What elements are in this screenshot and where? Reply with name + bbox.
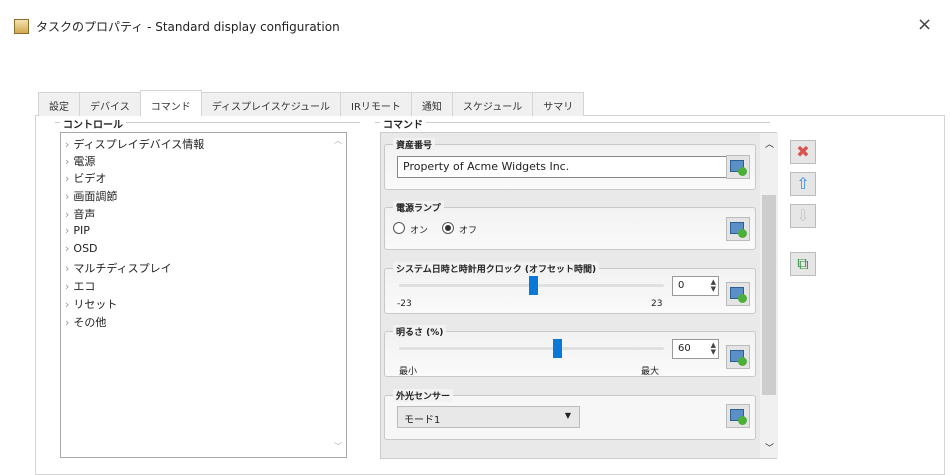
commands-label: コマンド [380,116,426,131]
tab-display-schedule[interactable]: ディスプレイスケジュール [200,92,342,116]
off-label: オフ [459,226,478,236]
tree-item[interactable]: その他 [65,314,106,330]
min-label: 最小 [399,367,418,377]
arrow-up-icon: ⇧ [796,174,810,193]
tree-item[interactable]: PIP [65,224,90,237]
clock-offset-spinner[interactable]: 0 ▲ ▼ [672,276,719,296]
commands-group: コマンド [375,116,770,131]
controls-tree[interactable]: ディスプレイデバイス情報 電源 ビデオ 画面調節 音声 PIP OSD マルチデ… [60,132,347,458]
apply-icon[interactable] [726,345,750,369]
apply-icon[interactable] [726,282,750,306]
on-label: オン [410,226,429,236]
tab-schedule[interactable]: スケジュール [451,92,534,116]
scroll-down-icon[interactable]: ﹀ [334,441,342,452]
chevron-down-icon: ▼ [564,411,571,420]
dropdown-value: モード1 [404,415,441,426]
brightness-slider[interactable] [399,347,664,350]
spin-arrows-icon[interactable]: ▲ ▼ [711,279,716,293]
apply-icon[interactable] [726,155,750,179]
scrollbar-thumb[interactable] [762,195,776,395]
clock-offset-title: システム日時と時計用クロック (オフセット時間) [393,262,600,275]
ambient-sensor-dropdown[interactable]: モード1 ▼ [397,406,580,428]
tree-item[interactable]: エコ [65,278,95,294]
brightness-spinner[interactable]: 60 ▲ ▼ [672,339,719,359]
brightness-thumb[interactable] [553,339,562,358]
controls-label: コントロール [60,116,126,131]
tab-commands[interactable]: コマンド [139,90,202,116]
clock-offset-card: システム日時と時計用クロック (オフセット時間) -23 23 0 ▲ ▼ [384,262,756,314]
arrow-down-icon: ⇩ [796,206,810,225]
power-lamp-on-radio[interactable] [393,222,405,234]
tab-settings[interactable]: 設定 [38,92,80,116]
brightness-card: 明るさ (%) 最小 最大 60 ▲ ▼ [384,325,756,377]
tab-bar: 設定 デバイス コマンド ディスプレイスケジュール IRリモート 通知 スケジュ… [38,90,585,116]
tree-item[interactable]: リセット [65,296,117,312]
tree-item[interactable]: 電源 [65,153,95,169]
brightness-title: 明るさ (%) [393,325,447,338]
tab-summary[interactable]: サマリ [532,92,585,116]
asset-tag-title: 資産番号 [393,138,436,151]
duplicate-button[interactable]: ⧉ [790,252,816,276]
power-lamp-title: 電源ランプ [393,201,444,214]
tab-ir-remote[interactable]: IRリモート [340,92,412,116]
scroll-up-icon[interactable]: ︿ [765,137,774,150]
spinner-value: 0 [678,280,685,291]
min-label: -23 [397,299,412,309]
spin-arrows-icon[interactable]: ▲ ▼ [711,342,716,356]
tree-item[interactable]: 画面調節 [65,188,117,204]
tab-device[interactable]: デバイス [79,92,141,116]
tree-item[interactable]: ディスプレイデバイス情報 [65,136,204,152]
max-label: 最大 [641,367,660,377]
apply-icon[interactable] [726,217,750,241]
power-lamp-card: 電源ランプ オン オフ [384,201,756,250]
ambient-sensor-title: 外光センサー [393,389,454,402]
tree-item[interactable]: ビデオ [65,170,106,186]
title-bar: タスクのプロパティ - Standard display configurati… [0,0,950,48]
tab-notifications[interactable]: 通知 [410,92,453,116]
asset-tag-card: 資産番号 Property of Acme Widgets Inc. [384,138,756,190]
move-up-button[interactable]: ⇧ [790,172,816,196]
move-down-button[interactable]: ⇩ [790,204,816,228]
apply-icon[interactable] [726,404,750,428]
delete-icon: ✖ [796,142,810,161]
spinner-value: 60 [678,343,691,354]
window-title: タスクのプロパティ - Standard display configurati… [36,20,340,34]
tree-item[interactable]: マルチディスプレイ [65,260,171,276]
tree-item[interactable]: OSD [65,242,97,255]
task-properties-icon [14,19,29,34]
tree-item[interactable]: 音声 [65,206,95,222]
max-label: 23 [651,299,663,309]
controls-scrollbar[interactable]: ︿ ﹀ [330,133,346,457]
power-lamp-off-radio[interactable] [442,222,454,234]
delete-button[interactable]: ✖ [790,140,816,164]
scroll-down-icon[interactable]: ﹀ [765,441,774,454]
asset-tag-input[interactable]: Property of Acme Widgets Inc. [397,156,727,178]
copy-icon: ⧉ [797,254,809,273]
clock-offset-thumb[interactable] [529,276,538,295]
scroll-up-icon[interactable]: ︿ [334,135,342,146]
close-button[interactable]: × [917,14,932,35]
ambient-sensor-card: 外光センサー モード1 ▼ [384,389,756,440]
